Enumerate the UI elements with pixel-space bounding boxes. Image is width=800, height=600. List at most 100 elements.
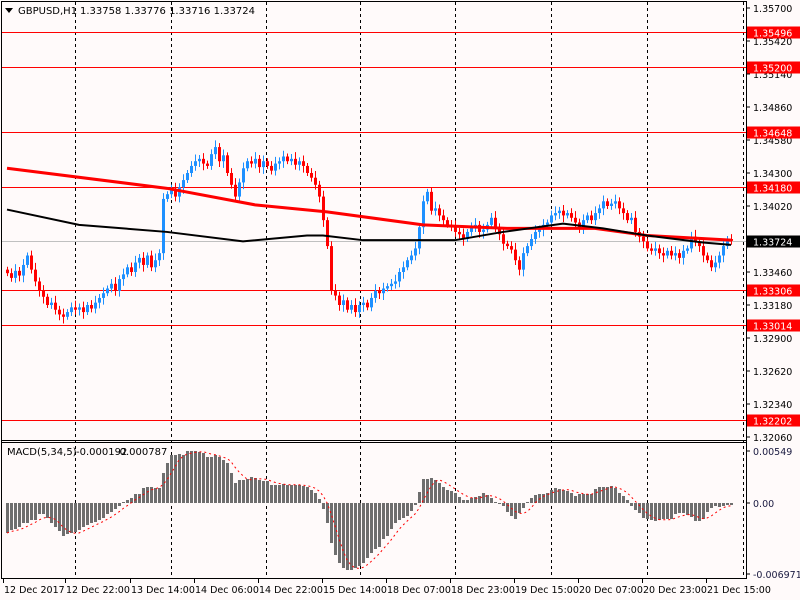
macd-tick-label: 0.00 <box>753 499 774 510</box>
macd-histogram-bar <box>90 503 93 523</box>
level-label: 1.34180 <box>753 184 792 195</box>
candle-body <box>350 305 353 310</box>
macd-histogram-bar <box>662 503 665 519</box>
candle-body <box>130 267 133 273</box>
macd-histogram-bar <box>50 503 53 523</box>
macd-histogram-bar <box>634 503 637 510</box>
macd-histogram-bar <box>230 473 233 503</box>
price-tick-label: 1.34860 <box>753 103 792 114</box>
candle-body <box>558 210 561 214</box>
candle-body <box>330 246 333 291</box>
candle-body <box>162 198 165 254</box>
macd-histogram-bar <box>438 483 441 503</box>
macd-histogram-bar <box>530 498 533 503</box>
candle-body <box>278 161 281 164</box>
macd-histogram-bar <box>386 503 389 536</box>
macd-histogram-bar <box>726 503 729 505</box>
price-tick-label: 1.32900 <box>753 334 792 345</box>
macd-histogram-bar <box>602 487 605 503</box>
chart-header: GBPUSD,H1 1.33758 1.33776 1.33716 1.3372… <box>5 6 255 17</box>
candle-body <box>574 217 577 223</box>
macd-histogram-bar <box>566 491 569 503</box>
macd-histogram-bar <box>358 503 361 566</box>
macd-histogram-bar <box>578 494 581 503</box>
macd-histogram-bar <box>618 493 621 503</box>
candle-body <box>22 264 25 276</box>
candle-body <box>58 309 61 315</box>
macd-histogram-bar <box>730 503 733 505</box>
current-price-label: 1.33724 <box>753 238 792 249</box>
macd-histogram-bar <box>406 503 409 516</box>
price-tick-label: 1.34300 <box>753 169 792 180</box>
candle-body <box>402 267 405 273</box>
macd-histogram-bar <box>46 503 49 518</box>
macd-histogram-bar <box>70 503 73 533</box>
candle-body <box>246 161 249 169</box>
candle-body <box>270 165 273 171</box>
candle-body <box>702 246 705 256</box>
macd-histogram-bar <box>414 503 417 505</box>
macd-histogram-bar <box>570 493 573 503</box>
candle-body <box>34 269 37 282</box>
candle-body <box>186 173 189 181</box>
candle-body <box>266 161 269 166</box>
macd-histogram-bar <box>314 493 317 503</box>
candle-body <box>566 213 569 216</box>
macd-histogram-bar <box>418 492 421 503</box>
candle-body <box>710 260 713 268</box>
candle-body <box>722 246 725 256</box>
candle-body <box>190 165 193 174</box>
candle-body <box>526 246 529 254</box>
candle-body <box>518 260 521 270</box>
macd-histogram-bar <box>146 487 149 503</box>
macd-histogram-bar <box>246 479 249 503</box>
candle-body <box>206 163 209 166</box>
macd-histogram-bar <box>102 503 105 518</box>
macd-histogram-bar <box>490 498 493 503</box>
macd-histogram-bar <box>638 503 641 513</box>
candle-body <box>226 155 229 174</box>
bullish-candle <box>162 193 165 260</box>
macd-histogram-bar <box>562 490 565 503</box>
time-tick-label: 18 Dec 07:00 <box>387 585 451 596</box>
macd-histogram-bar <box>590 494 593 503</box>
candle-body <box>430 191 433 211</box>
price-tick-label: 1.35700 <box>753 4 792 15</box>
macd-histogram-bar <box>366 503 369 558</box>
macd-histogram-bar <box>62 503 65 536</box>
candle-body <box>86 305 89 313</box>
macd-histogram-bar <box>626 500 629 503</box>
macd-histogram-bar <box>698 503 701 521</box>
level-label: 1.33306 <box>753 287 792 298</box>
candle-body <box>102 293 105 298</box>
macd-histogram-bar <box>342 503 345 568</box>
macd-header: MACD(5,34,5) -0.000192 -0.000787 <box>7 447 167 458</box>
candle-body <box>354 305 357 313</box>
candle-body <box>166 194 169 199</box>
macd-histogram-bar <box>466 500 469 503</box>
macd-histogram-bar <box>522 503 525 508</box>
macd-histogram-bar <box>198 452 201 503</box>
macd-histogram-bar <box>18 503 21 527</box>
candle-body <box>446 220 449 225</box>
candle-body <box>442 215 445 221</box>
level-label: 1.33014 <box>753 322 792 333</box>
macd-histogram-bar <box>162 473 165 503</box>
macd-histogram-bar <box>202 453 205 503</box>
candle-body <box>618 201 621 209</box>
macd-histogram-bar <box>498 503 501 504</box>
candle-body <box>390 283 393 287</box>
time-tick-label: 15 Dec 14:00 <box>323 585 387 596</box>
candle-body <box>310 173 313 178</box>
candle-body <box>10 273 13 278</box>
price-chart[interactable]: 1.357001.354201.351401.348601.345801.343… <box>0 0 800 600</box>
macd-histogram-bar <box>678 503 681 513</box>
candle-body <box>366 302 369 308</box>
macd-histogram-bar <box>222 460 225 503</box>
macd-histogram-bar <box>586 494 589 503</box>
macd-histogram-bar <box>426 479 429 503</box>
candle-body <box>506 243 509 247</box>
macd-histogram-bar <box>258 480 261 503</box>
macd-histogram-bar <box>134 494 137 503</box>
time-tick-label: 12 Dec 22:00 <box>66 585 130 596</box>
